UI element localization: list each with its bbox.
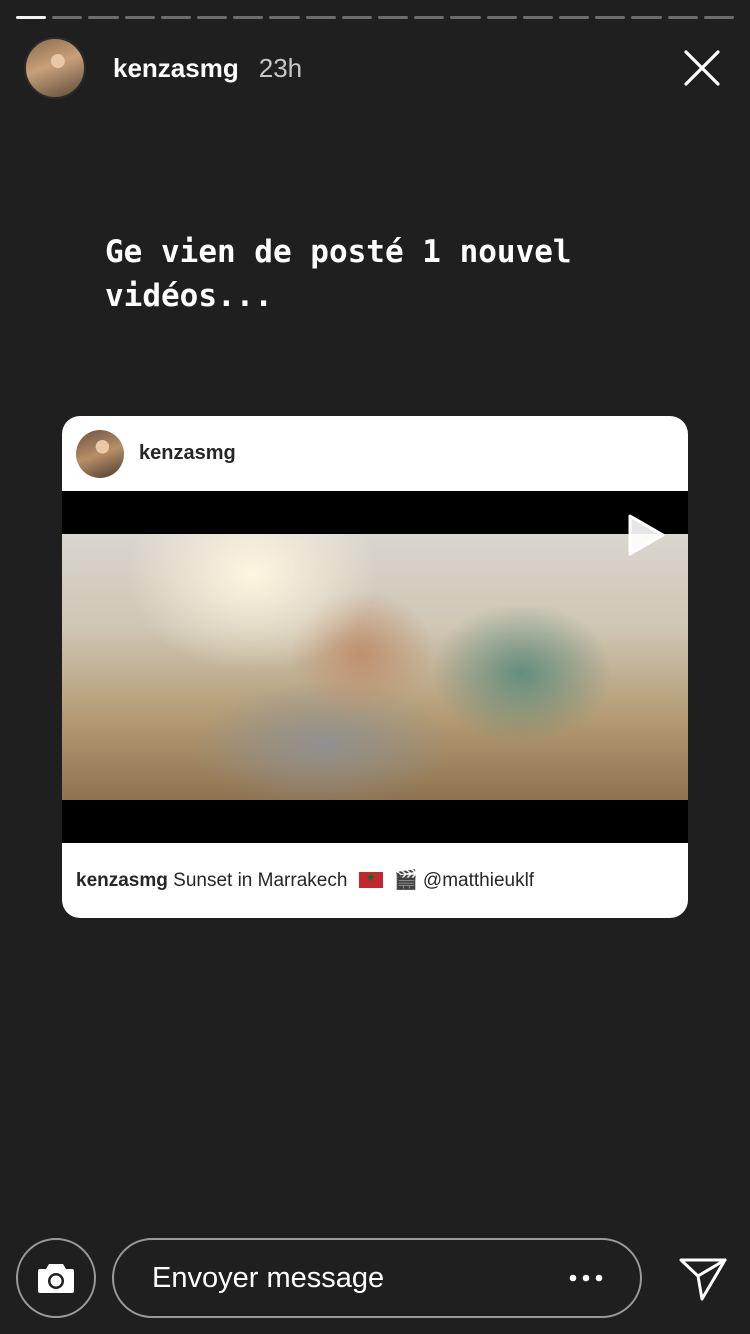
progress-segment bbox=[52, 16, 83, 19]
story-progress bbox=[16, 16, 735, 19]
card-username: kenzasmg bbox=[139, 442, 236, 464]
caption-username: kenzasmg bbox=[76, 870, 168, 891]
progress-segment bbox=[233, 16, 264, 19]
progress-segment bbox=[450, 16, 481, 19]
card-header: kenzasmg bbox=[62, 416, 688, 491]
progress-segment bbox=[486, 16, 517, 19]
progress-segment bbox=[378, 16, 409, 19]
send-icon[interactable] bbox=[678, 1254, 728, 1304]
camera-icon bbox=[38, 1264, 74, 1293]
progress-segment bbox=[667, 16, 698, 19]
progress-segment bbox=[559, 16, 590, 19]
username[interactable]: kenzasmg bbox=[113, 53, 239, 84]
card-avatar bbox=[76, 429, 124, 478]
more-icon bbox=[569, 1274, 603, 1282]
progress-segment bbox=[703, 16, 735, 19]
video-image bbox=[62, 534, 688, 800]
caption-text: Sunset in Marrakech bbox=[173, 870, 348, 891]
progress-segment bbox=[305, 16, 336, 19]
camera-button[interactable] bbox=[16, 1238, 96, 1318]
more-button[interactable] bbox=[556, 1238, 616, 1318]
story-text: Ge vien de posté 1 nouvel vidéos... bbox=[105, 234, 572, 314]
progress-segment bbox=[160, 16, 192, 19]
message-input[interactable] bbox=[150, 1260, 556, 1296]
progress-segment bbox=[595, 16, 626, 19]
progress-segment bbox=[414, 16, 445, 19]
post-caption: kenzasmg Sunset in Marrakech 🎬 @matthieu… bbox=[76, 868, 534, 892]
caption-mention: @matthieuklf bbox=[422, 870, 535, 891]
story-header: kenzasmg 23h bbox=[24, 36, 726, 100]
progress-segment bbox=[88, 16, 119, 19]
message-box[interactable] bbox=[112, 1238, 642, 1318]
morocco-flag-emoji bbox=[358, 871, 383, 888]
timestamp: 23h bbox=[258, 52, 303, 83]
progress-segment bbox=[631, 16, 662, 19]
progress-segment bbox=[269, 16, 300, 19]
progress-segment bbox=[197, 16, 228, 19]
progress-segment bbox=[522, 16, 554, 19]
shared-post-card[interactable]: kenzasmg kenzasmg Sunset in Marrakech 🎬 … bbox=[62, 416, 688, 918]
play-icon bbox=[628, 514, 665, 556]
reply-bar bbox=[16, 1238, 728, 1318]
video-thumbnail[interactable] bbox=[62, 491, 688, 843]
close-icon[interactable] bbox=[678, 44, 726, 92]
progress-segment bbox=[124, 16, 155, 19]
progress-segment bbox=[16, 16, 47, 19]
clapper-board-emoji: 🎬 bbox=[393, 870, 418, 891]
avatar[interactable] bbox=[24, 37, 86, 99]
progress-segment bbox=[341, 16, 373, 19]
